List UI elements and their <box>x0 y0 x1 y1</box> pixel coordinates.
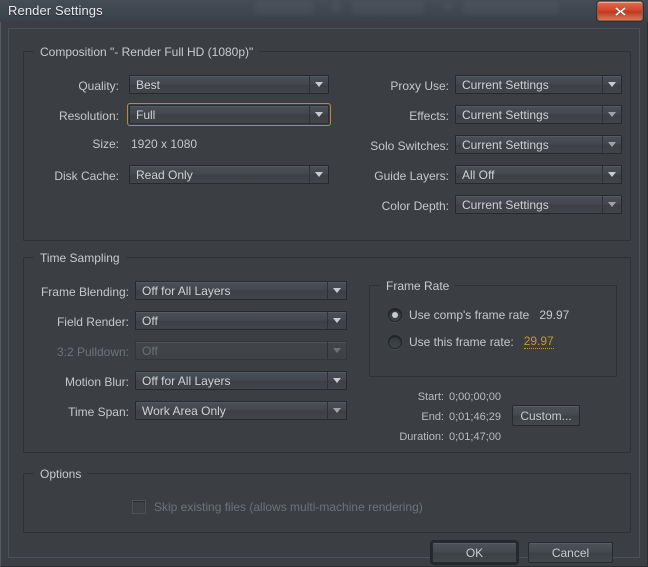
chevron-down-icon <box>602 106 621 123</box>
chevron-down-icon <box>327 282 346 299</box>
close-button[interactable] <box>597 1 643 21</box>
custom-button[interactable]: Custom... <box>512 405 580 426</box>
proxy-use-label: Proxy Use: <box>304 79 449 93</box>
solo-switches-value: Current Settings <box>462 138 549 152</box>
frame-rate-group-legend: Frame Rate <box>380 279 455 293</box>
frame-rate-group: Frame Rate Use comp's frame rate 29.97 U… <box>369 285 617 377</box>
start-value: 0;00;00;00 <box>449 391 501 403</box>
options-group: Options Skip existing files (allows mult… <box>23 473 631 533</box>
dialog-body: Composition "- Render Full HD (1080p)" Q… <box>0 22 648 567</box>
resolution-value: Full <box>136 108 155 122</box>
field-render-label: Field Render: <box>24 315 129 329</box>
disk-cache-dropdown[interactable]: Read Only <box>129 165 329 184</box>
guide-layers-value: All Off <box>462 168 494 182</box>
time-sampling-group-legend: Time Sampling <box>34 251 126 265</box>
quality-dropdown[interactable]: Best <box>129 75 329 94</box>
resolution-label: Resolution: <box>24 109 119 123</box>
solo-switches-label: Solo Switches: <box>304 139 449 153</box>
frame-blending-value: Off for All Layers <box>142 284 230 298</box>
custom-frame-rate-value[interactable]: 29.97 <box>524 334 554 349</box>
frame-blending-dropdown[interactable]: Off for All Layers <box>135 281 347 300</box>
chevron-down-icon <box>327 372 346 389</box>
skip-existing-files-label: Skip existing files (allows multi-machin… <box>154 500 423 514</box>
proxy-use-dropdown[interactable]: Current Settings <box>455 75 622 94</box>
chevron-down-icon <box>327 342 346 359</box>
chevron-down-icon <box>327 312 346 329</box>
effects-dropdown[interactable]: Current Settings <box>455 105 622 124</box>
color-depth-dropdown[interactable]: Current Settings <box>455 195 622 214</box>
effects-label: Effects: <box>304 109 449 123</box>
chevron-down-icon <box>602 166 621 183</box>
chevron-down-icon <box>602 76 621 93</box>
options-group-legend: Options <box>34 467 87 481</box>
frame-blending-label: Frame Blending: <box>24 285 129 299</box>
window-title: Render Settings <box>8 3 103 18</box>
use-this-frame-rate-option[interactable]: Use this frame rate: 29.97 <box>388 334 554 349</box>
motion-blur-dropdown[interactable]: Off for All Layers <box>135 371 347 390</box>
use-this-frame-rate-label: Use this frame rate: <box>409 335 514 349</box>
guide-layers-label: Guide Layers: <box>304 169 449 183</box>
composition-group: Composition "- Render Full HD (1080p)" Q… <box>23 51 631 241</box>
color-depth-label: Color Depth: <box>304 199 449 213</box>
radio-use-comp-frame-rate[interactable] <box>388 308 402 322</box>
duration-value: 0;01;47;00 <box>449 431 501 443</box>
size-value: 1920 x 1080 <box>131 137 197 151</box>
motion-blur-value: Off for All Layers <box>142 374 230 388</box>
radio-use-this-frame-rate[interactable] <box>388 335 402 349</box>
solo-switches-dropdown[interactable]: Current Settings <box>455 135 622 154</box>
time-span-label: Time Span: <box>24 405 129 419</box>
skip-existing-files-checkbox <box>132 500 146 514</box>
cancel-button[interactable]: Cancel <box>528 542 613 563</box>
time-sampling-group: Time Sampling Frame Blending: Off for Al… <box>23 257 631 453</box>
field-render-dropdown[interactable]: Off <box>135 311 347 330</box>
composition-group-legend: Composition "- Render Full HD (1080p)" <box>34 45 259 59</box>
effects-value: Current Settings <box>462 108 549 122</box>
quality-label: Quality: <box>24 79 119 93</box>
disk-cache-label: Disk Cache: <box>24 169 119 183</box>
close-icon <box>614 6 627 17</box>
chevron-down-icon <box>602 196 621 213</box>
motion-blur-label: Motion Blur: <box>24 375 129 389</box>
pulldown-label: 3:2 Pulldown: <box>24 345 129 359</box>
field-render-value: Off <box>142 314 158 328</box>
end-value: 0;01;46;29 <box>449 411 501 423</box>
time-span-value: Work Area Only <box>142 404 226 418</box>
comp-frame-rate-value: 29.97 <box>539 308 569 322</box>
disk-cache-value: Read Only <box>136 168 193 182</box>
pulldown-value: Off <box>142 344 158 358</box>
quality-value: Best <box>136 78 160 92</box>
title-bar: Render Settings <box>0 0 648 22</box>
color-depth-value: Current Settings <box>462 198 549 212</box>
time-span-dropdown[interactable]: Work Area Only <box>135 401 347 420</box>
chevron-down-icon <box>602 136 621 153</box>
guide-layers-dropdown[interactable]: All Off <box>455 165 622 184</box>
skip-existing-files-row: Skip existing files (allows multi-machin… <box>132 500 423 514</box>
ok-button[interactable]: OK <box>432 542 517 563</box>
resolution-dropdown[interactable]: Full <box>129 105 329 124</box>
render-settings-window: Render Settings Composition "- Render Fu… <box>0 0 648 567</box>
use-comp-frame-rate-label: Use comp's frame rate <box>409 308 529 322</box>
pulldown-dropdown: Off <box>135 341 347 360</box>
size-label: Size: <box>24 137 119 151</box>
start-label: Start: <box>334 391 444 403</box>
use-comp-frame-rate-option[interactable]: Use comp's frame rate 29.97 <box>388 308 569 322</box>
end-label: End: <box>334 411 444 423</box>
proxy-use-value: Current Settings <box>462 78 549 92</box>
dialog-inner-panel: Composition "- Render Full HD (1080p)" Q… <box>8 28 640 558</box>
duration-label: Duration: <box>334 431 444 443</box>
